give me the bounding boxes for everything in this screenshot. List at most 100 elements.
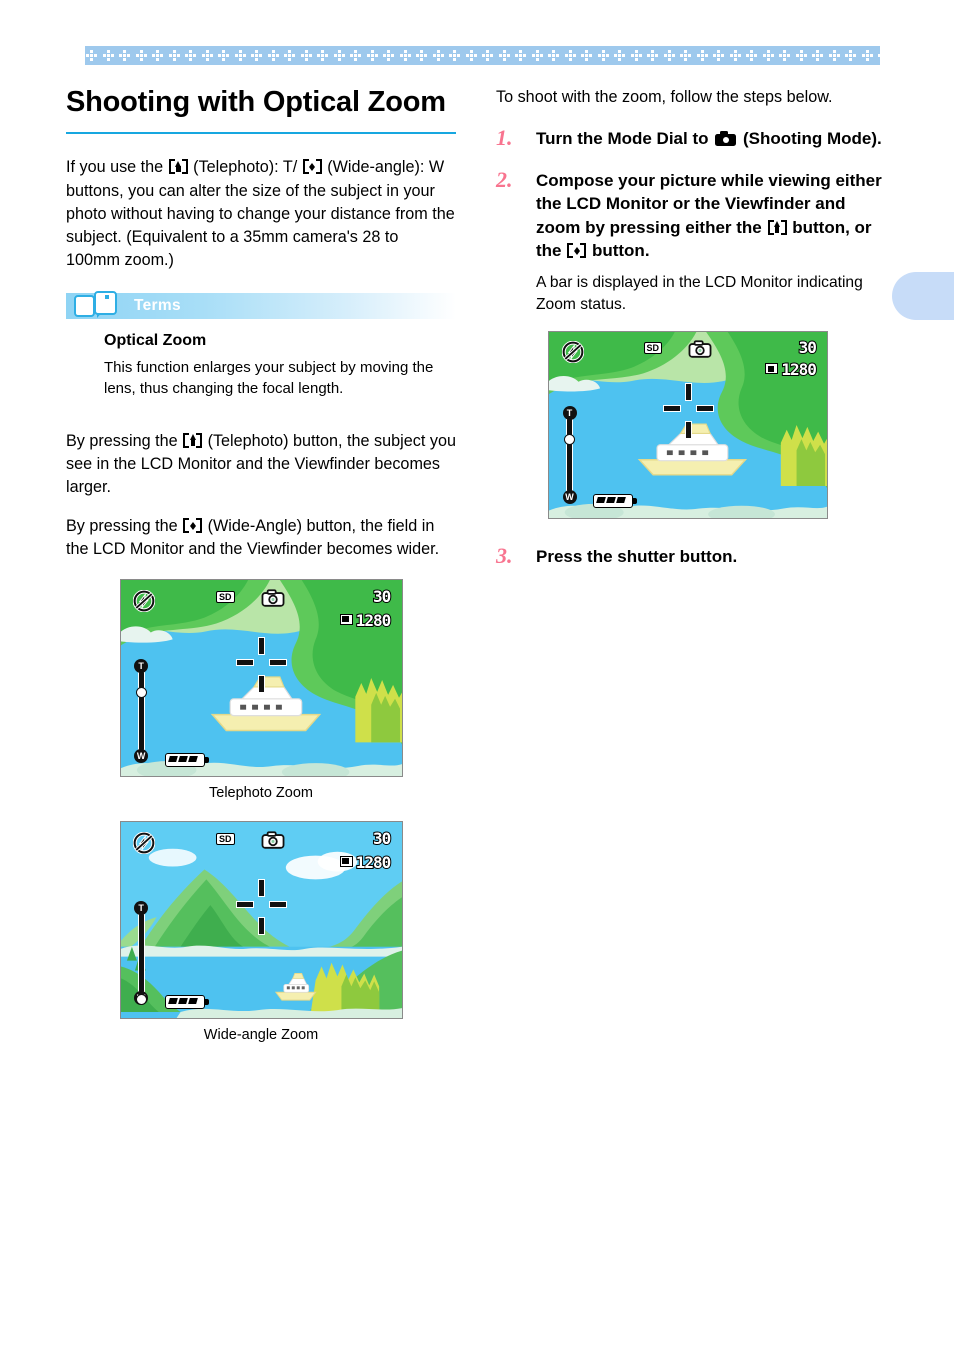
terms-header-bar: Terms bbox=[66, 290, 456, 319]
intro-text-2: (Telephoto): T/ bbox=[188, 158, 302, 177]
shooting-mode-icon bbox=[261, 589, 285, 607]
band-flower-icon bbox=[366, 50, 378, 61]
band-flower-icon bbox=[564, 50, 576, 61]
band-flower-icon bbox=[102, 50, 114, 61]
zoom-telephoto-label: T bbox=[134, 900, 149, 915]
focus-crosshair bbox=[236, 878, 287, 935]
resolution-indicator: 1280 bbox=[765, 359, 818, 380]
band-flower-icon bbox=[861, 50, 873, 61]
band-flower-icon bbox=[201, 50, 213, 61]
band-flower-icon bbox=[135, 50, 147, 61]
band-flower-icon bbox=[795, 50, 807, 61]
band-flower-icon bbox=[647, 50, 658, 61]
band-flower-icon bbox=[597, 50, 609, 61]
camera-mode-icon bbox=[715, 131, 737, 147]
band-flower-icon bbox=[845, 50, 856, 61]
step-1-text-1: Turn the Mode Dial to bbox=[536, 129, 714, 149]
zoom-status-bar: TW bbox=[133, 658, 149, 763]
telephoto-text-1: By pressing the bbox=[66, 431, 183, 450]
battery-indicator-icon bbox=[593, 494, 638, 509]
intro-paragraph: If you use the (Telephoto): T/ (Wide-ang… bbox=[66, 156, 456, 273]
shooting-mode-icon bbox=[688, 340, 712, 358]
step-1-text-2: (Shooting Mode). bbox=[738, 129, 882, 149]
zoom-bar-track bbox=[137, 670, 145, 751]
band-flower-icon bbox=[234, 50, 246, 61]
band-flower-icon bbox=[779, 50, 790, 61]
resolution-indicator: 1280 bbox=[339, 852, 392, 873]
band-flower-icon bbox=[267, 50, 279, 61]
zoom-bar-knob bbox=[564, 433, 575, 445]
battery-indicator-icon bbox=[165, 752, 210, 767]
terms-term-text: This function enlarges your subject by m… bbox=[104, 358, 434, 398]
band-flower-icon bbox=[251, 50, 262, 61]
band-flower-icon bbox=[86, 50, 97, 61]
terms-body: Optical Zoom This function enlarges your… bbox=[66, 319, 456, 400]
remaining-shots-count: 30 bbox=[372, 828, 392, 849]
band-flower-icon bbox=[696, 50, 708, 61]
zoom-bar-track bbox=[566, 417, 573, 493]
telephoto-lcd-preview: SD 30 1280 T W bbox=[119, 579, 403, 778]
intro-text-1: If you use the bbox=[66, 158, 168, 177]
band-flower-icon bbox=[498, 50, 510, 61]
left-column: Shooting with Optical Zoom If you use th… bbox=[66, 82, 456, 1043]
band-flower-icon bbox=[399, 50, 411, 61]
step-2-text: Compose your picture while viewing eithe… bbox=[536, 169, 888, 263]
band-flower-icon bbox=[614, 50, 625, 61]
wideangle-lcd-preview: SD 30 1280 TW bbox=[119, 821, 403, 1020]
wideangle-caption: Wide-angle Zoom bbox=[203, 1027, 319, 1044]
band-flower-icon bbox=[350, 50, 361, 61]
wideangle-button-icon bbox=[567, 243, 587, 259]
band-flower-icon bbox=[581, 50, 592, 61]
band-flower-icon bbox=[729, 50, 741, 61]
remaining-shots-count: 30 bbox=[798, 337, 818, 358]
band-flower-icon bbox=[680, 50, 691, 61]
band-flower-icon bbox=[482, 50, 493, 61]
sd-card-icon: SD bbox=[643, 341, 663, 355]
wideangle-text-1: By pressing the bbox=[66, 516, 183, 535]
zoom-telephoto-label: T bbox=[134, 658, 149, 673]
flash-off-icon bbox=[133, 832, 158, 857]
band-flower-icon bbox=[317, 50, 328, 61]
band-flower-icon bbox=[416, 50, 427, 61]
flash-off-icon bbox=[561, 340, 587, 365]
zoom-bar-track bbox=[137, 912, 145, 993]
step-1: 1. Turn the Mode Dial to (Shooting Mode)… bbox=[496, 125, 888, 151]
battery-indicator-icon bbox=[165, 994, 210, 1009]
step-1-text: Turn the Mode Dial to (Shooting Mode). bbox=[536, 127, 888, 150]
remaining-shots-count: 30 bbox=[372, 586, 392, 607]
band-flower-icon bbox=[432, 50, 444, 61]
band-flower-icon bbox=[449, 50, 460, 61]
band-flower-icon bbox=[515, 50, 526, 61]
band-flower-icon bbox=[531, 50, 543, 61]
band-flower-icon bbox=[746, 50, 757, 61]
right-column: To shoot with the zoom, follow the steps… bbox=[496, 86, 888, 568]
telephoto-button-icon bbox=[767, 219, 787, 235]
sd-card-icon: SD bbox=[216, 833, 235, 846]
telephoto-caption: Telephoto Zoom bbox=[209, 785, 313, 802]
wideangle-paragraph: By pressing the (Wide-Angle) button, the… bbox=[66, 515, 456, 562]
wideangle-button-icon bbox=[183, 517, 203, 533]
step-2-number: 2. bbox=[496, 166, 513, 192]
band-flower-icon bbox=[663, 50, 675, 61]
step-3-text: Press the shutter button. bbox=[536, 546, 738, 566]
flash-off-icon bbox=[133, 590, 158, 615]
band-flower-icon bbox=[713, 50, 724, 61]
telephoto-paragraph: By pressing the (Telephoto) button, the … bbox=[66, 430, 456, 500]
band-flower-icon bbox=[185, 50, 196, 61]
right-intro-paragraph: To shoot with the zoom, follow the steps… bbox=[496, 88, 833, 106]
terms-term-title: Optical Zoom bbox=[104, 331, 207, 349]
sd-card-icon: SD bbox=[216, 591, 235, 604]
zoom-bar-knob bbox=[135, 687, 147, 699]
band-flower-icon bbox=[812, 50, 823, 61]
page-edge-tab bbox=[892, 272, 954, 320]
step-3: 3. Press the shutter button. bbox=[496, 543, 888, 568]
band-flower-icon bbox=[119, 50, 130, 61]
speech-bubbles-icon bbox=[72, 289, 126, 319]
picture-quality-icon bbox=[765, 363, 779, 375]
band-flower-icon bbox=[284, 50, 295, 61]
step-1-number: 1. bbox=[496, 125, 513, 151]
zoom-telephoto-label: T bbox=[562, 405, 577, 420]
wideangle-button-icon bbox=[302, 159, 322, 175]
picture-quality-icon bbox=[339, 855, 353, 867]
shooting-mode-icon bbox=[261, 831, 285, 849]
